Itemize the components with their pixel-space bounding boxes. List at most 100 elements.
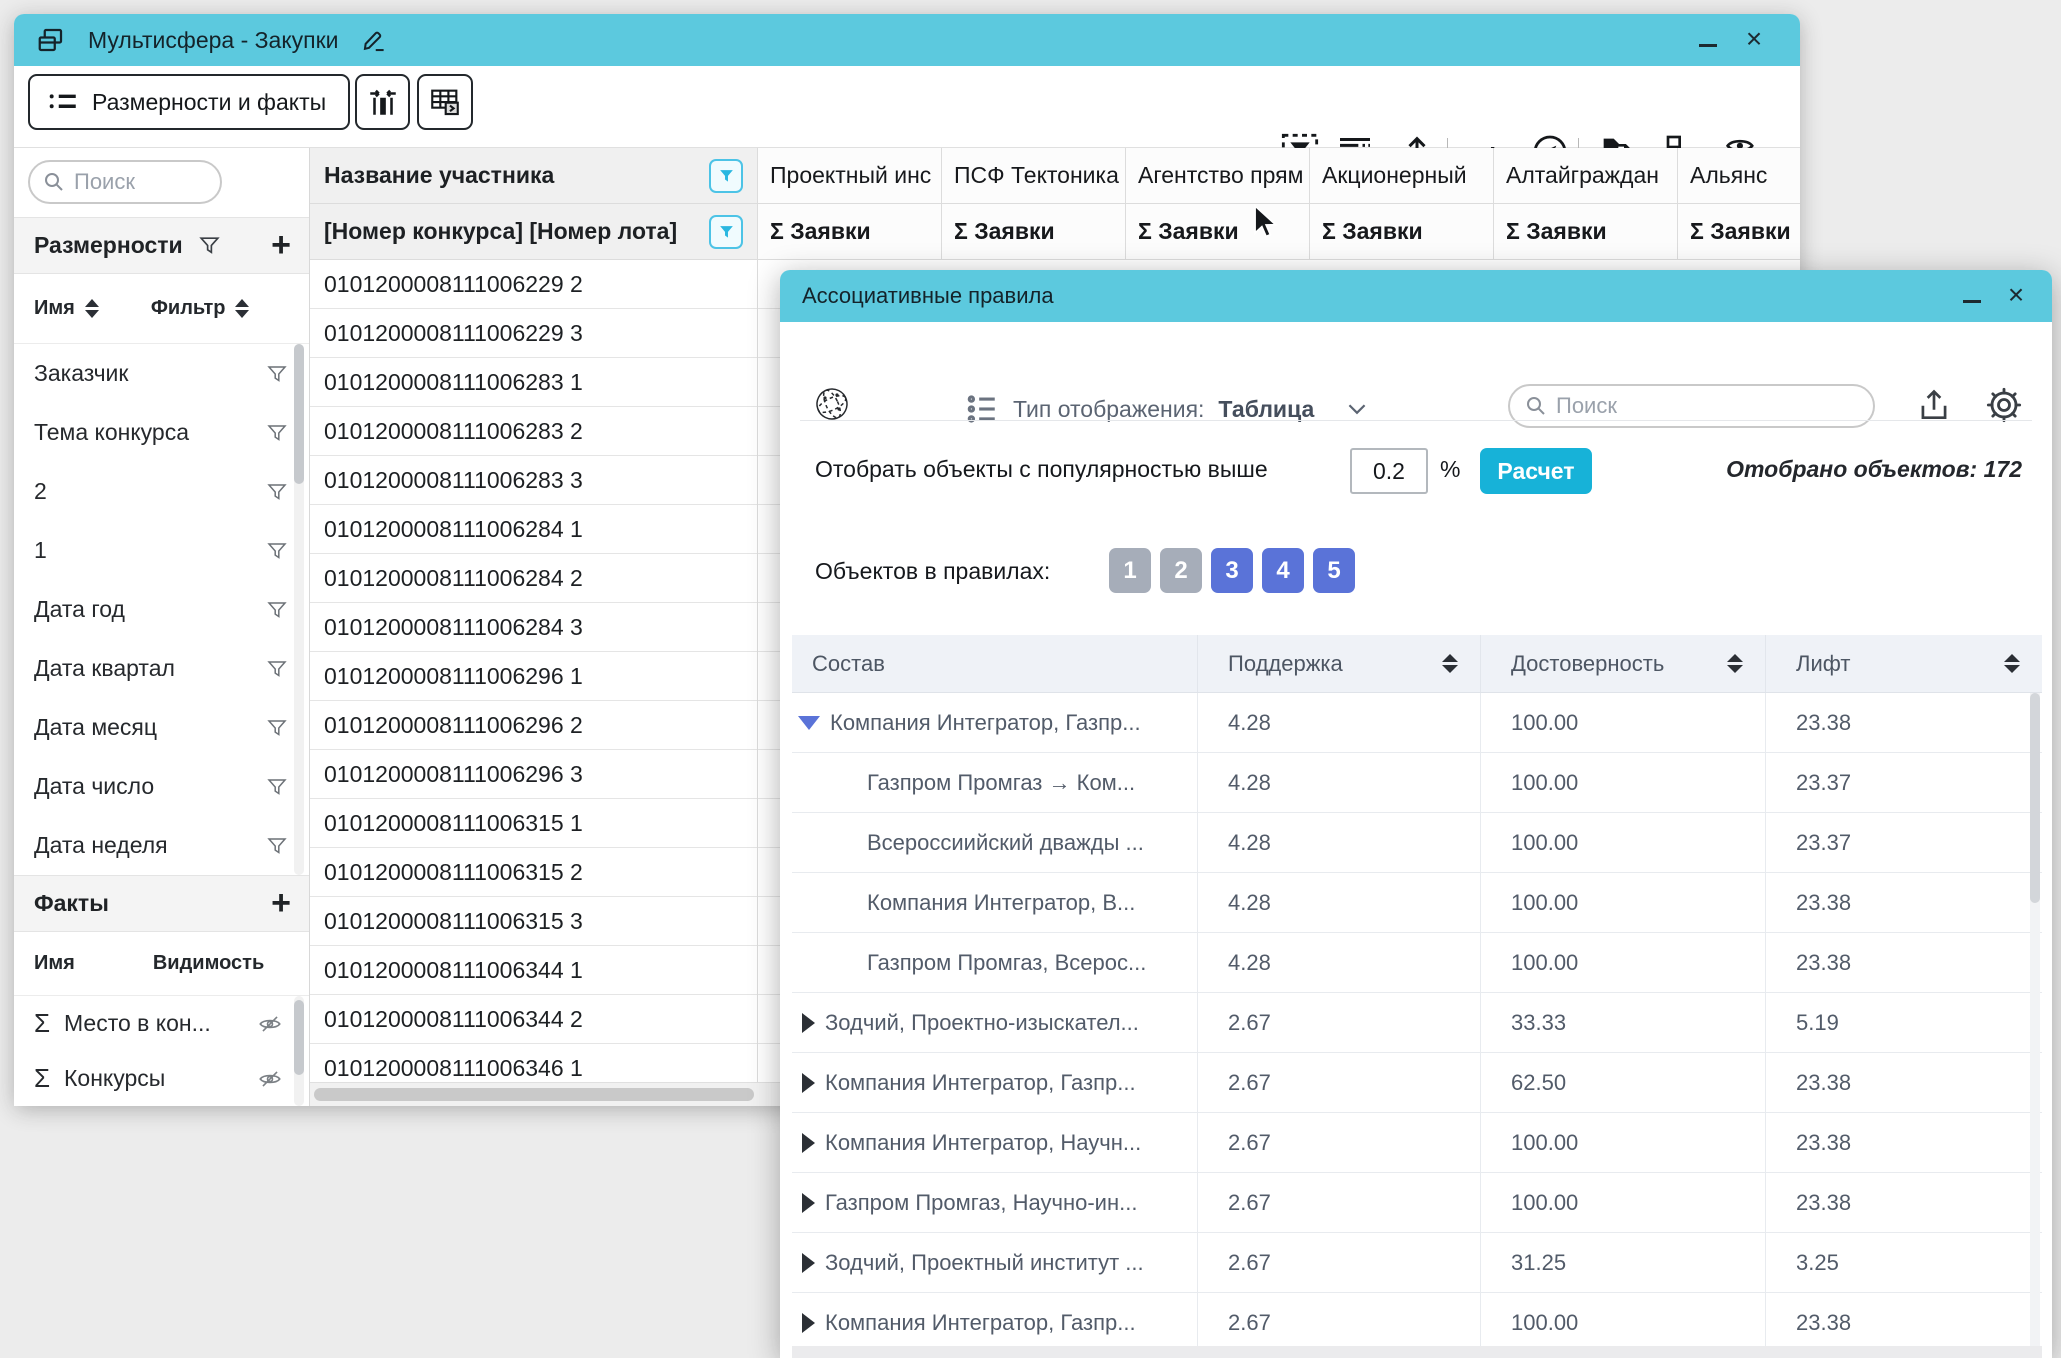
dialog-titlebar[interactable]: Ассоциативные правила ×: [780, 270, 2052, 322]
expand-icon[interactable]: [802, 1253, 815, 1273]
expand-icon[interactable]: [802, 1133, 815, 1153]
dimensions-facts-button[interactable]: Размерности и факты: [28, 74, 350, 130]
dialog-minimize-button[interactable]: [1958, 282, 1986, 310]
rules-table-row[interactable]: Газпром Промгаз, Всерос... 4.28 100.00 2…: [792, 933, 2042, 993]
rules-table-row[interactable]: Газпром Промгаз → Ком... 4.28 100.00 23.…: [792, 753, 2042, 813]
measure-cell[interactable]: Σ Заявки: [1493, 204, 1677, 260]
facts-scrollbar[interactable]: [294, 996, 304, 1106]
dimension-item[interactable]: 1: [14, 521, 309, 580]
dimension-item[interactable]: Дата неделя: [14, 816, 309, 875]
rule-size-button[interactable]: 2: [1160, 548, 1202, 593]
participants-column-header[interactable]: Название участника: [310, 148, 757, 204]
dimension-item[interactable]: Заказчик: [14, 344, 309, 403]
expand-icon[interactable]: [802, 1073, 815, 1093]
filter-icon[interactable]: [197, 233, 222, 258]
rule-size-button[interactable]: 3: [1211, 548, 1253, 593]
scrollbar-thumb[interactable]: [294, 1000, 304, 1075]
composition-column-header[interactable]: Состав: [792, 635, 1197, 692]
company-column-header[interactable]: Акционерный: [1309, 148, 1493, 204]
lift-column-header[interactable]: Лифт: [1765, 635, 2042, 692]
company-column-header[interactable]: Агентство прям: [1125, 148, 1309, 204]
rules-table-row[interactable]: Зодчий, Проектный институт ... 2.67 31.2…: [792, 1233, 2042, 1293]
rules-table-row[interactable]: Всероссиийский дважды ... 4.28 100.00 23…: [792, 813, 2042, 873]
fact-item[interactable]: Σ Место в кон...: [14, 996, 309, 1051]
lot-column-header[interactable]: [Номер конкурса] [Номер лота]: [310, 204, 757, 260]
row-filter-icon[interactable]: [265, 421, 289, 445]
rules-table-row[interactable]: Компания Интегратор, Научн... 2.67 100.0…: [792, 1113, 2042, 1173]
rules-table-row[interactable]: Зодчий, Проектно-изыскател... 2.67 33.33…: [792, 993, 2042, 1053]
facts-name-column-header[interactable]: Имя: [34, 952, 75, 975]
measure-cell[interactable]: Σ Заявки: [1677, 204, 1800, 260]
dimension-item[interactable]: Дата квартал: [14, 639, 309, 698]
expand-icon[interactable]: [802, 1013, 815, 1033]
rules-table-row[interactable]: Газпром Промгаз, Научно-ин... 2.67 100.0…: [792, 1173, 2042, 1233]
column-width-button[interactable]: [355, 74, 410, 130]
expand-icon[interactable]: [802, 1193, 815, 1213]
row-filter-icon[interactable]: [265, 539, 289, 563]
rules-table-scrollbar[interactable]: [2030, 693, 2040, 1348]
row-filter-icon[interactable]: [265, 657, 289, 681]
popularity-input[interactable]: [1350, 448, 1428, 494]
dimension-item[interactable]: Дата год: [14, 580, 309, 639]
scrollbar-thumb[interactable]: [2030, 693, 2040, 903]
dimensions-name-column-header[interactable]: Имя: [34, 297, 75, 320]
visibility-off-icon[interactable]: [257, 1066, 283, 1092]
sidebar-search-input[interactable]: [74, 169, 194, 195]
dimension-item[interactable]: Тема конкурса: [14, 403, 309, 462]
company-column-header[interactable]: Алтайграждан: [1493, 148, 1677, 204]
rule-size-button[interactable]: 4: [1262, 548, 1304, 593]
confidence-column-header[interactable]: Достоверность: [1480, 635, 1765, 692]
company-column-header[interactable]: ПСФ Тектоника: [941, 148, 1125, 204]
lot-filter-button[interactable]: [709, 215, 743, 249]
support-column-header[interactable]: Поддержка: [1197, 635, 1480, 692]
rules-table-row[interactable]: Компания Интегратор, Газпр... 2.67 100.0…: [792, 1293, 2042, 1353]
sort-icon[interactable]: [235, 299, 249, 318]
row-filter-icon[interactable]: [265, 480, 289, 504]
rules-table-row[interactable]: Компания Интегратор, Газпр... 4.28 100.0…: [792, 693, 2042, 753]
visibility-off-icon[interactable]: [257, 1011, 283, 1037]
sidebar-search[interactable]: [28, 160, 222, 204]
scrollbar-thumb[interactable]: [314, 1088, 754, 1101]
rule-size-button[interactable]: 5: [1313, 548, 1355, 593]
sort-icon[interactable]: [2004, 654, 2020, 673]
scrollbar-thumb[interactable]: [294, 344, 304, 484]
dimensions-filter-column-header[interactable]: Фильтр: [151, 297, 226, 320]
company-column-header[interactable]: Альянс: [1677, 148, 1800, 204]
rules-table-row[interactable]: Компания Интегратор, Газпр... 2.67 62.50…: [792, 1053, 2042, 1113]
dimensions-scrollbar[interactable]: [294, 344, 304, 875]
company-column-header[interactable]: Проектный инс: [757, 148, 941, 204]
row-filter-icon[interactable]: [265, 362, 289, 386]
measure-cell[interactable]: Σ Заявки: [941, 204, 1125, 260]
sort-icon[interactable]: [1727, 654, 1743, 673]
expand-icon[interactable]: [798, 716, 820, 730]
measure-cell[interactable]: Σ Заявки: [1309, 204, 1493, 260]
calculate-button[interactable]: Расчет: [1480, 448, 1592, 494]
fact-item[interactable]: Σ Конкурсы: [14, 1051, 309, 1106]
row-filter-icon[interactable]: [265, 598, 289, 622]
settings-icon-button[interactable]: [1984, 385, 2024, 425]
measure-cell[interactable]: Σ Заявки: [757, 204, 941, 260]
row-filter-icon[interactable]: [265, 775, 289, 799]
edit-title-icon[interactable]: [360, 27, 387, 54]
main-titlebar[interactable]: Мультисфера - Закупки ×: [14, 14, 1800, 66]
rule-size-button[interactable]: 1: [1109, 548, 1151, 593]
dimension-item[interactable]: Дата число: [14, 757, 309, 816]
dialog-horizontal-scrollbar[interactable]: [792, 1346, 2042, 1358]
add-fact-button[interactable]: +: [271, 885, 291, 919]
dimension-item[interactable]: 2: [14, 462, 309, 521]
add-dimension-button[interactable]: +: [271, 227, 291, 261]
sort-icon[interactable]: [1442, 654, 1458, 673]
dialog-search[interactable]: [1508, 384, 1875, 428]
participants-filter-button[interactable]: [709, 159, 743, 193]
table-panel-button[interactable]: [417, 74, 473, 130]
sort-icon[interactable]: [85, 299, 99, 318]
export-icon-button[interactable]: [1915, 386, 1953, 424]
row-filter-icon[interactable]: [265, 834, 289, 858]
close-button[interactable]: ×: [1740, 26, 1768, 54]
dimension-item[interactable]: Дата месяц: [14, 698, 309, 757]
row-filter-icon[interactable]: [265, 716, 289, 740]
facts-visibility-column-header[interactable]: Видимость: [153, 952, 264, 975]
rules-table-row[interactable]: Компания Интегратор, В... 4.28 100.00 23…: [792, 873, 2042, 933]
dialog-close-button[interactable]: ×: [2002, 282, 2030, 310]
dialog-search-input[interactable]: [1556, 393, 1806, 419]
